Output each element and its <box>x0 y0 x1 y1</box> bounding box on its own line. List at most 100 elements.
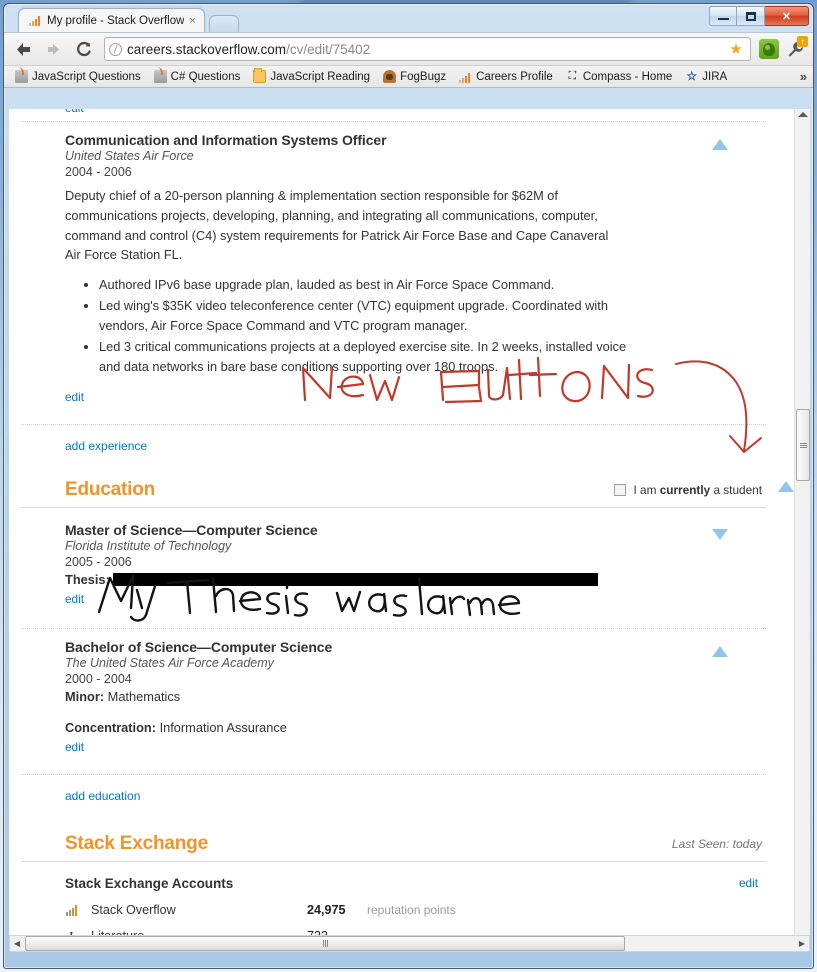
bookmark-label: JavaScript Reading <box>270 70 371 83</box>
bookmark-label: JIRA <box>702 70 728 83</box>
education-minor: Minor: Mathematics <box>65 689 718 704</box>
thesis-label: Thesis: <box>65 572 110 588</box>
bookmark-careers-profile[interactable]: Careers Profile <box>454 69 558 84</box>
browser-titlebar: My profile - Stack Overflow × ✕ <box>4 4 813 32</box>
account-site-name: Stack Overflow <box>91 903 176 918</box>
reputation-points-label: reputation points <box>367 903 456 918</box>
minimize-button[interactable] <box>709 6 737 26</box>
label-post: a student <box>710 483 762 498</box>
address-bar[interactable]: careers.stackoverflow.com/cv/edit/75402 … <box>104 37 751 61</box>
stackoverflow-bars-icon <box>65 902 81 918</box>
education-heading: Education <box>65 479 156 501</box>
label-bold: currently <box>659 483 711 498</box>
list-item: Authored IPv6 base upgrade plan, lauded … <box>99 275 629 295</box>
scroll-right-arrow-icon[interactable]: ▶ <box>795 939 809 948</box>
thesis-redacted-value <box>113 573 599 587</box>
cv-content: edit Communication and Information Syste… <box>9 109 794 936</box>
forward-icon[interactable] <box>40 36 66 62</box>
move-up-arrow-icon[interactable] <box>712 139 728 150</box>
education-years: 2005 - 2006 <box>65 555 132 570</box>
currently-student-label: I am currently a student <box>633 483 762 497</box>
education-concentration: Concentration: Information Assurance <box>65 720 718 735</box>
student-checkbox-group: I am currently a student <box>614 483 766 497</box>
add-experience-link[interactable]: add experience <box>9 425 778 469</box>
url-path: /cv/edit/75402 <box>286 41 371 57</box>
bookmarks-bar: JavaScript Questions C# Questions JavaSc… <box>4 66 813 88</box>
evernote-extension-icon[interactable] <box>759 39 779 59</box>
scroll-up-arrow-icon[interactable] <box>798 112 808 117</box>
education-edit-link[interactable]: edit <box>65 740 84 754</box>
folder-icon <box>253 68 267 83</box>
education-title: Bachelor of Science—Computer Science <box>65 639 333 656</box>
education-years: 2000 - 2004 <box>65 672 132 687</box>
minor-value: Mathematics <box>107 689 181 705</box>
tab-my-profile[interactable]: My profile - Stack Overflow × <box>18 8 205 32</box>
bookmark-javascript-questions[interactable]: JavaScript Questions <box>10 67 146 84</box>
currently-student-checkbox[interactable] <box>614 484 627 497</box>
experience-organization: United States Air Force <box>65 149 194 163</box>
tab-title: My profile - Stack Overflow <box>47 14 185 27</box>
last-seen-text: Last Seen: today <box>671 837 762 852</box>
vertical-scrollbar[interactable] <box>794 109 810 936</box>
experience-description: Deputy chief of a 20-person planning & i… <box>65 188 609 263</box>
page-info-icon[interactable] <box>109 42 122 56</box>
move-up-arrow-icon[interactable] <box>712 646 728 658</box>
concentration-value: Information Assurance <box>159 720 287 736</box>
previous-item-edit-link[interactable]: edit <box>65 109 84 115</box>
tab-close-icon[interactable]: × <box>189 15 195 27</box>
section-reorder-buttons <box>778 481 794 493</box>
move-down-arrow-icon[interactable] <box>712 529 728 541</box>
account-reputation: 24,975 <box>307 903 346 918</box>
concentration-label: Concentration: <box>65 720 156 736</box>
window-controls: ✕ <box>709 6 809 26</box>
horizontal-scrollbar[interactable]: ◀ ▶ <box>9 935 810 952</box>
scroll-left-arrow-icon[interactable]: ◀ <box>10 939 24 948</box>
update-badge: ↑ <box>797 36 808 47</box>
education-item-bachelors: Bachelor of Science—Computer Science The… <box>9 629 778 760</box>
experience-years: 2004 - 2006 <box>65 165 132 179</box>
vertical-scrollbar-thumb[interactable] <box>796 409 810 481</box>
reload-icon[interactable] <box>70 36 96 62</box>
maximize-button[interactable] <box>737 6 765 26</box>
stack-exchange-heading: Stack Exchange <box>65 833 208 855</box>
bookmark-label: JavaScript Questions <box>32 70 141 83</box>
stack-exchange-edit-link[interactable]: edit <box>739 876 758 890</box>
close-button[interactable]: ✕ <box>765 6 809 26</box>
stack-exchange-accounts-title: Stack Exchange Accounts <box>65 876 234 892</box>
experience-edit-link[interactable]: edit <box>65 390 84 404</box>
list-item: Led 3 critical communications projects a… <box>99 337 629 377</box>
stack-exchange-accounts: edit Stack Exchange Accounts Stack Overf… <box>9 862 778 936</box>
experience-item: Communication and Information Systems Of… <box>9 122 778 410</box>
fogbugz-icon <box>383 70 397 83</box>
education-organization: Florida Institute of Technology <box>65 539 232 554</box>
browser-toolbar: careers.stackoverflow.com/cv/edit/75402 … <box>4 32 813 66</box>
tab-strip: My profile - Stack Overflow × <box>18 8 239 32</box>
bookmark-label: C# Questions <box>170 70 241 83</box>
browser-window: My profile - Stack Overflow × ✕ careers.… <box>3 3 814 969</box>
bookmark-csharp-questions[interactable]: C# Questions <box>149 67 246 84</box>
bookmarks-overflow-icon[interactable]: » <box>800 69 807 84</box>
bookmark-javascript-reading[interactable]: JavaScript Reading <box>248 68 375 84</box>
bookmark-star-icon[interactable]: ★ <box>726 39 746 59</box>
table-row: Stack Overflow 24,975 reputation points <box>65 897 766 923</box>
new-tab-button[interactable] <box>208 15 239 32</box>
url-text: careers.stackoverflow.com/cv/edit/75402 <box>127 42 370 57</box>
jira-icon: ☆ <box>686 69 698 83</box>
bookmark-compass-home[interactable]: ⛶ Compass - Home <box>561 69 677 84</box>
bookmark-fogbugz[interactable]: FogBugz <box>378 69 451 84</box>
education-title: Master of Science—Computer Science <box>65 522 318 539</box>
experience-title: Communication and Information Systems Of… <box>65 132 387 148</box>
url-domain: careers.stackoverflow.com <box>127 41 287 57</box>
horizontal-scrollbar-thumb[interactable] <box>25 936 625 951</box>
education-edit-link[interactable]: edit <box>65 592 84 606</box>
back-icon[interactable] <box>10 36 36 62</box>
bookmark-label: Careers Profile <box>476 70 553 83</box>
education-thesis: Thesis: <box>65 572 718 587</box>
bookmark-jira[interactable]: ☆ JIRA <box>680 69 732 84</box>
education-item-masters: Master of Science—Computer Science Flori… <box>9 508 778 612</box>
chrome-menu-wrench-icon[interactable]: ↑ <box>783 36 808 60</box>
java-icon <box>153 67 167 83</box>
add-education-link[interactable]: add education <box>9 775 778 819</box>
label-pre: I am <box>633 483 660 498</box>
section-move-up-arrow-icon[interactable] <box>778 481 794 493</box>
